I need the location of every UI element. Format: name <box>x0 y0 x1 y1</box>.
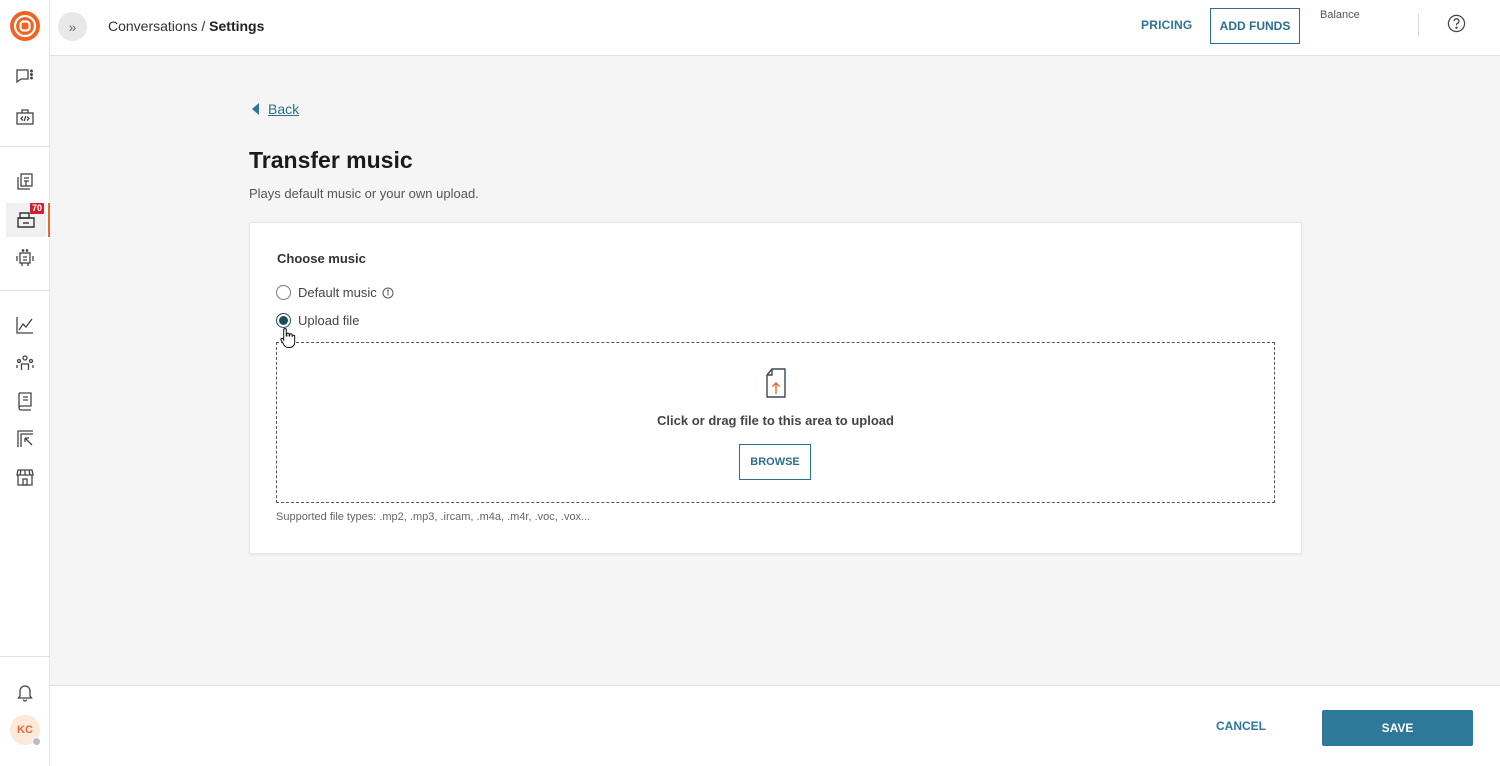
music-settings-card: Choose music Default music Upload file C… <box>249 222 1302 554</box>
documents-icon <box>17 173 33 190</box>
sidebar: 70 KC <box>0 0 50 766</box>
file-upload-icon <box>766 368 786 398</box>
dropzone-text: Click or drag file to this area to uploa… <box>657 413 894 428</box>
bell-icon <box>17 685 33 702</box>
cancel-button[interactable]: CANCEL <box>1216 719 1266 733</box>
balance-label: Balance <box>1320 9 1360 21</box>
info-icon[interactable] <box>382 287 394 299</box>
sidebar-divider <box>0 290 50 291</box>
caret-left-icon <box>252 103 259 115</box>
radio-label[interactable]: Default music <box>298 285 377 300</box>
sidebar-item-content[interactable] <box>8 165 42 199</box>
radio-button[interactable] <box>276 285 291 300</box>
double-chevron-right-icon: » <box>68 18 77 35</box>
sidebar-item-campaigns[interactable] <box>8 422 42 456</box>
page-subtitle: Plays default music or your own upload. <box>249 186 479 201</box>
notifications-button[interactable] <box>8 675 42 709</box>
chart-line-icon <box>16 317 33 334</box>
radio-label[interactable]: Upload file <box>298 313 359 328</box>
topbar: » Conversations / Settings PRICING ADD F… <box>50 0 1500 56</box>
save-button[interactable]: SAVE <box>1322 710 1473 746</box>
people-icon <box>16 355 34 370</box>
radio-button[interactable] <box>276 313 291 328</box>
store-icon <box>16 469 34 486</box>
add-funds-button[interactable]: ADD FUNDS <box>1210 8 1300 44</box>
breadcrumb-parent[interactable]: Conversations <box>108 18 198 34</box>
sidebar-item-logs[interactable] <box>8 384 42 418</box>
sidebar-item-contacts[interactable] <box>8 346 42 380</box>
breadcrumb-separator: / <box>197 18 210 34</box>
file-dropzone[interactable]: Click or drag file to this area to uploa… <box>276 342 1275 503</box>
sidebar-item-developer[interactable] <box>8 100 42 134</box>
logo-icon[interactable] <box>10 11 40 41</box>
sidebar-divider <box>0 656 50 657</box>
sidebar-item-bots[interactable] <box>8 241 42 275</box>
page-title: Transfer music <box>249 147 413 173</box>
back-label[interactable]: Back <box>268 101 299 117</box>
breadcrumb: Conversations / Settings <box>108 18 264 34</box>
help-icon[interactable] <box>1447 14 1466 33</box>
notification-badge: 70 <box>29 203 44 214</box>
robot-icon <box>16 249 34 266</box>
status-indicator <box>32 737 41 746</box>
breadcrumb-current: Settings <box>209 18 265 34</box>
footer-actions: CANCEL SAVE <box>50 685 1500 766</box>
sidebar-divider <box>0 146 50 147</box>
chat-icon <box>16 69 33 84</box>
choose-music-label: Choose music <box>277 251 366 266</box>
browse-button[interactable]: BROWSE <box>739 444 811 480</box>
topbar-divider <box>1418 14 1419 36</box>
code-briefcase-icon <box>16 109 34 125</box>
radio-upload-file[interactable]: Upload file <box>276 313 359 328</box>
expand-sidebar-button[interactable]: » <box>58 12 87 41</box>
sidebar-item-inbox[interactable]: 70 <box>6 203 50 237</box>
hand-cursor-icon <box>280 327 296 348</box>
sidebar-item-conversations[interactable] <box>8 60 42 94</box>
pricing-link[interactable]: PRICING <box>1141 18 1192 32</box>
arrow-box-icon <box>17 430 33 447</box>
sidebar-item-analytics[interactable] <box>8 308 42 342</box>
back-link[interactable]: Back <box>252 101 299 117</box>
sidebar-item-marketplace[interactable] <box>8 460 42 494</box>
book-icon <box>18 392 32 411</box>
supported-file-types: Supported file types: .mp2, .mp3, .ircam… <box>276 511 591 523</box>
radio-default-music[interactable]: Default music <box>276 285 394 300</box>
